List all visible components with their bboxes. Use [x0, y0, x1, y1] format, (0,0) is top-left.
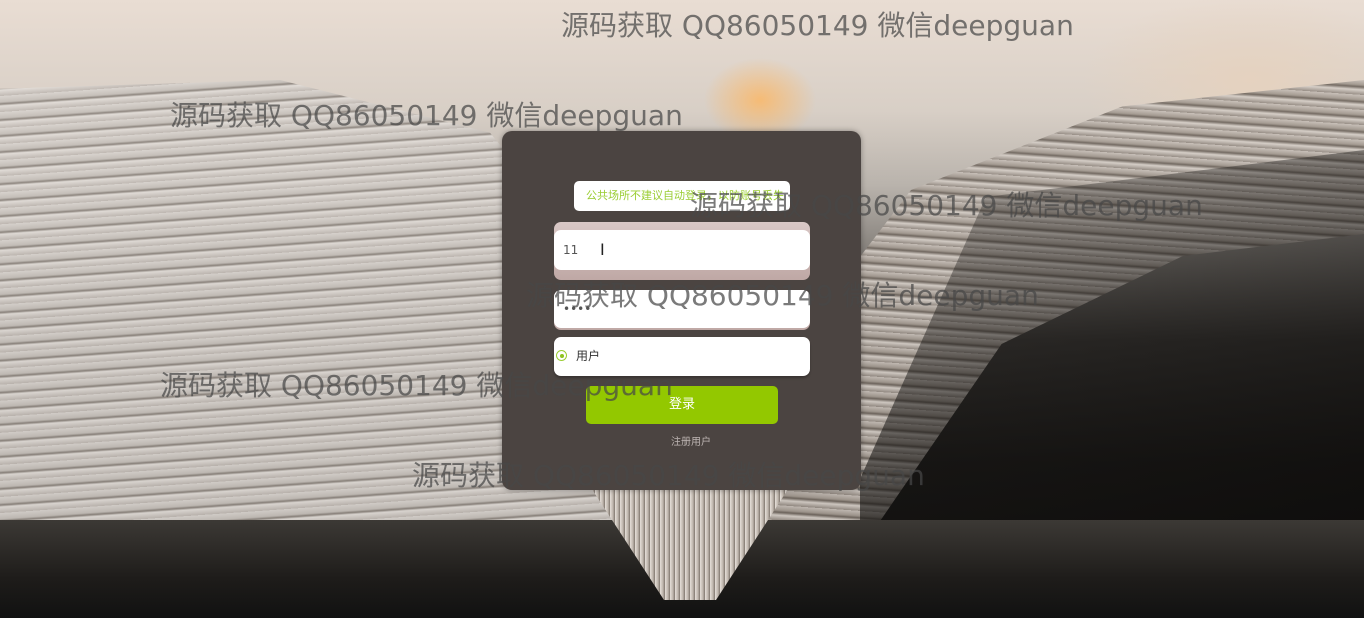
login-page: 公共场所不建议自动登录，以防账号丢失 11 I •••• 用户 登录 注册用户 … [0, 0, 1364, 618]
username-field-frame: 11 I [554, 222, 810, 280]
watermark-text: 源码获取 QQ86050149 微信deepguan [561, 9, 1074, 42]
username-input[interactable]: 11 [554, 230, 810, 270]
role-label-user[interactable]: 用户 [576, 337, 600, 375]
role-selector: 用户 [554, 337, 810, 376]
register-link[interactable]: 注册用户 [502, 433, 880, 448]
password-field-frame: •••• [554, 290, 810, 330]
role-radio-user[interactable] [556, 350, 567, 361]
login-panel: 公共场所不建议自动登录，以防账号丢失 11 I •••• 用户 登录 注册用户 [502, 131, 861, 490]
auto-login-hint: 公共场所不建议自动登录，以防账号丢失 [574, 181, 790, 211]
login-button[interactable]: 登录 [586, 386, 778, 424]
password-input[interactable]: •••• [554, 290, 810, 328]
text-cursor-icon: I [600, 240, 605, 259]
